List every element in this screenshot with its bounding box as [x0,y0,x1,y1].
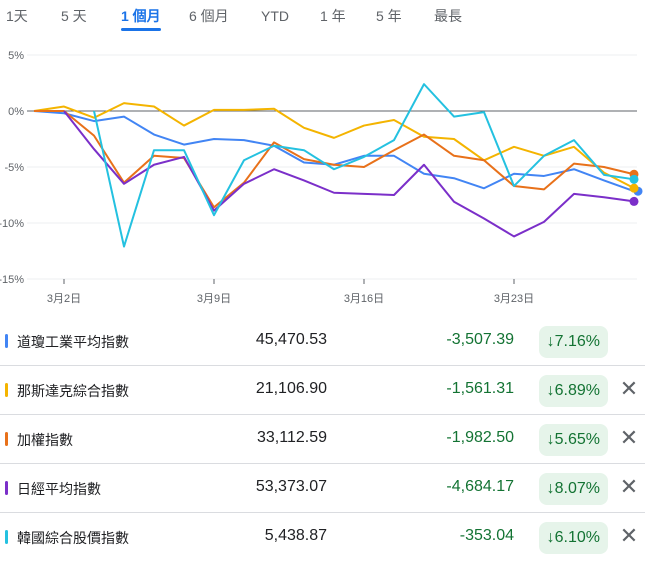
x-tick-label: 3月2日 [47,293,81,305]
tab-max[interactable]: 最長 [434,6,462,26]
index-price: 5,438.87 [264,527,327,544]
tab-1-year[interactable]: 1 年 [320,6,346,26]
remove-icon[interactable]: ✕ [617,426,641,450]
y-tick-label: -10% [0,218,24,230]
index-change: -4,684.17 [446,478,514,495]
percent-change-badge: ↓6.89% [538,375,608,407]
tab-1-month[interactable]: 1 個月 [121,6,161,31]
remove-icon[interactable]: ✕ [617,377,641,401]
comparison-chart: 5% 0% -5% -10% -15% 3月2日 3月9日 3月16日 3月23日 [0,50,643,305]
index-name: 那斯達克綜合指數 [17,383,129,399]
series-color-marker [5,530,8,544]
time-range-tabs: 1天 5 天 1 個月 6 個月 YTD 1 年 5 年 最長 [0,6,645,31]
remove-icon[interactable]: ✕ [617,524,641,548]
series-color-marker [5,432,8,446]
series-color-marker [5,481,8,495]
series-color-marker [5,334,8,348]
index-row[interactable]: 加權指數 33,112.59 -1,982.50 ↓5.65% ✕ [0,415,645,464]
tab-6-month[interactable]: 6 個月 [189,6,229,26]
index-comparison-list: 道瓊工業平均指數 45,470.53 -3,507.39 ↓7.16% 那斯達克… [0,317,645,561]
y-tick-label: -5% [4,162,24,174]
series-end-dot [629,174,639,184]
tab-5-day[interactable]: 5 天 [61,6,87,26]
index-name: 韓國綜合股價指數 [17,530,129,546]
y-tick-label: -15% [0,274,24,286]
x-tick-label: 3月23日 [494,293,534,305]
index-name: 日經平均指數 [17,481,101,497]
tab-5-year[interactable]: 5 年 [376,6,402,26]
percent-change-badge: ↓5.65% [538,424,608,456]
index-price: 45,470.53 [255,331,327,348]
index-row[interactable]: 道瓊工業平均指數 45,470.53 -3,507.39 ↓7.16% [0,317,645,366]
tab-1-day[interactable]: 1天 [6,6,28,26]
index-name: 加權指數 [17,432,73,448]
x-tick-label: 3月16日 [344,293,384,305]
index-row[interactable]: 那斯達克綜合指數 21,106.90 -1,561.31 ↓6.89% ✕ [0,366,645,415]
tab-ytd[interactable]: YTD [261,6,289,26]
index-price: 53,373.07 [255,478,327,495]
percent-change-badge: ↓6.10% [538,522,608,554]
y-tick-label: 0% [8,106,24,118]
series-line-0 [33,110,635,193]
index-price: 21,106.90 [255,380,327,397]
percent-change-badge: ↓7.16% [538,326,608,358]
y-tick-label: 5% [8,50,24,62]
series-line-3 [63,110,635,238]
index-row[interactable]: 日經平均指數 53,373.07 -4,684.17 ↓8.07% ✕ [0,464,645,513]
remove-icon[interactable]: ✕ [617,475,641,499]
series-line-4 [93,83,635,248]
series-end-dot [629,196,639,206]
x-tick-label: 3月9日 [197,293,231,305]
index-change: -3,507.39 [446,331,514,348]
index-change: -353.04 [459,527,514,544]
index-change: -1,561.31 [446,380,514,397]
series-end-dot [629,183,639,193]
series-color-marker [5,383,8,397]
index-row[interactable]: 韓國綜合股價指數 5,438.87 -353.04 ↓6.10% ✕ [0,513,645,562]
percent-change-badge: ↓8.07% [538,473,608,505]
index-name: 道瓊工業平均指數 [17,334,129,350]
index-price: 33,112.59 [257,429,327,446]
index-change: -1,982.50 [446,429,514,446]
